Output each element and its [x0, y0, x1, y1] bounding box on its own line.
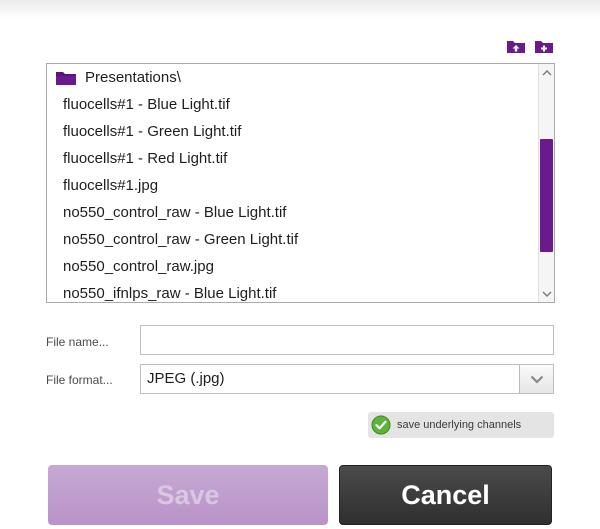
file-item[interactable]: fluocells#1 - Red Light.tif: [47, 145, 538, 172]
file-item[interactable]: fluocells#1.jpg: [47, 172, 538, 199]
save-underlying-channels-toggle[interactable]: save underlying channels: [368, 412, 554, 438]
file-name-label: File name...: [46, 335, 109, 349]
file-item[interactable]: no550_control_raw.jpg: [47, 253, 538, 280]
save-button[interactable]: Save: [48, 465, 328, 525]
new-folder-icon[interactable]: [534, 38, 554, 54]
file-item[interactable]: fluocells#1 - Blue Light.tif: [47, 91, 538, 118]
file-list-scrollbar[interactable]: [538, 64, 554, 302]
file-rows: Presentations\ fluocells#1 - Blue Light.…: [47, 64, 538, 302]
file-name-input[interactable]: [140, 325, 554, 355]
file-format-label: File format...: [46, 373, 113, 387]
save-underlying-channels-label: save underlying channels: [397, 419, 522, 431]
file-format-value: JPEG (.jpg): [147, 370, 225, 387]
file-format-select[interactable]: JPEG (.jpg): [140, 364, 554, 394]
file-format-dropdown-button[interactable]: [519, 365, 553, 393]
folder-toolbar: [506, 38, 554, 54]
file-list[interactable]: Presentations\ fluocells#1 - Blue Light.…: [46, 63, 555, 303]
folder-up-icon[interactable]: [506, 38, 526, 54]
chevron-down-icon: [530, 375, 543, 384]
folder-label: Presentations\: [85, 69, 181, 86]
file-item[interactable]: no550_ifnlps_raw - Blue Light.tif: [47, 280, 538, 302]
cancel-button[interactable]: Cancel: [339, 465, 552, 525]
file-item[interactable]: no550_control_raw - Blue Light.tif: [47, 199, 538, 226]
scroll-down-button[interactable]: [539, 286, 554, 302]
folder-icon: [56, 71, 76, 85]
scrollbar-thumb[interactable]: [540, 139, 553, 252]
file-item[interactable]: no550_control_raw - Green Light.tif: [47, 226, 538, 253]
chevron-down-icon: [542, 291, 551, 297]
check-circle-icon: [371, 415, 391, 435]
save-dialog: Presentations\ fluocells#1 - Blue Light.…: [0, 0, 600, 529]
file-item[interactable]: fluocells#1 - Green Light.tif: [47, 118, 538, 145]
folder-item[interactable]: Presentations\: [47, 64, 538, 91]
chevron-up-icon: [542, 69, 551, 75]
scroll-up-button[interactable]: [539, 64, 554, 80]
